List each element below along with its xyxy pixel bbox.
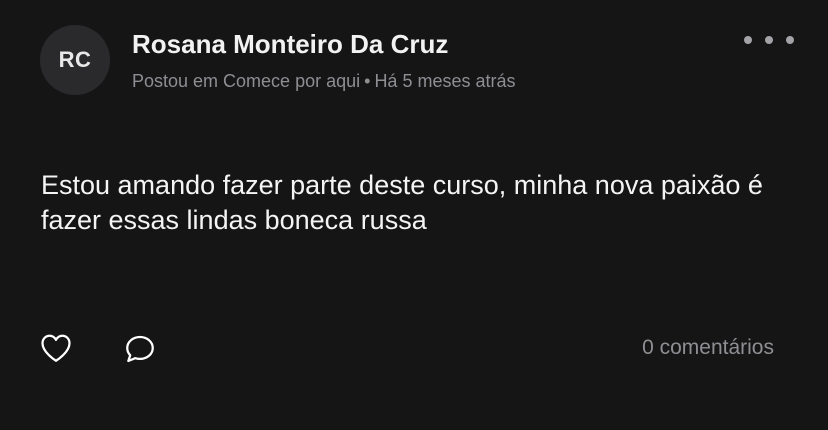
comments-count-link[interactable]: 0 comentários [642, 336, 774, 360]
comment-button[interactable] [122, 331, 158, 367]
more-horizontal-icon [765, 36, 773, 44]
avatar[interactable]: RC [40, 25, 110, 95]
meta-separator: • [364, 71, 371, 91]
heart-outline-icon [41, 334, 71, 362]
author-name[interactable]: Rosana Monteiro Da Cruz [132, 29, 448, 60]
more-options-button[interactable] [744, 30, 794, 50]
posted-in-label[interactable]: Postou em Comece por aqui [132, 71, 360, 91]
more-horizontal-icon [744, 36, 752, 44]
post-timestamp: Há 5 meses atrás [374, 71, 516, 91]
more-horizontal-icon [786, 36, 794, 44]
like-button[interactable] [38, 330, 74, 366]
post-body: Estou amando fazer parte deste curso, mi… [41, 170, 763, 235]
post-actions: 0 comentários [38, 330, 798, 370]
post-card: RC Rosana Monteiro Da Cruz Postou em Com… [0, 0, 828, 430]
speech-bubble-icon [126, 335, 154, 363]
post-meta: Postou em Comece por aqui • Há 5 meses atr… [132, 71, 516, 92]
